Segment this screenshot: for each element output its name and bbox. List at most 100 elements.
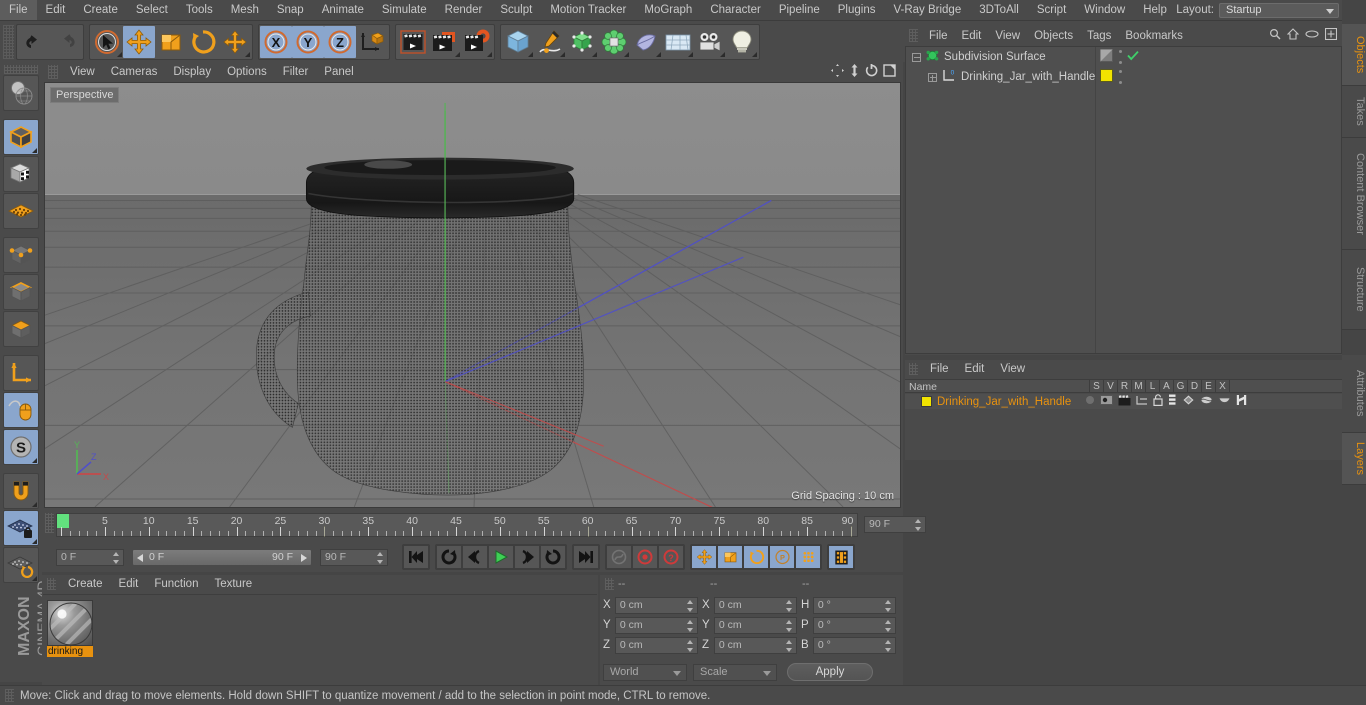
end-frame-field[interactable]: 90 F xyxy=(864,516,926,533)
previous-keyframe-button[interactable] xyxy=(436,545,462,569)
lock-icon[interactable] xyxy=(1153,394,1163,409)
home-icon[interactable] xyxy=(1286,28,1300,43)
spinner-icon[interactable] xyxy=(687,599,694,612)
menu-render[interactable]: Render xyxy=(436,0,492,20)
step-back-button[interactable] xyxy=(462,545,488,569)
material-menu-create[interactable]: Create xyxy=(60,578,111,590)
viewport-menu-grip[interactable] xyxy=(48,65,58,79)
spinner-icon[interactable] xyxy=(113,551,120,564)
material-tag-icon[interactable] xyxy=(1100,69,1113,85)
menu-window[interactable]: Window xyxy=(1075,0,1134,20)
range-left-arrow-icon[interactable] xyxy=(137,553,143,562)
timeline-button[interactable] xyxy=(828,545,854,569)
frame-range-slider[interactable]: 0 F 90 F xyxy=(132,548,312,566)
spinner-icon[interactable] xyxy=(786,599,793,612)
lock-y-axis[interactable]: Y xyxy=(292,25,324,58)
coordinate-system-select[interactable]: World xyxy=(603,663,687,681)
menu-help[interactable]: Help xyxy=(1134,0,1176,20)
visibility-dots-icon[interactable] xyxy=(1118,50,1122,64)
menu-mesh[interactable]: Mesh xyxy=(222,0,268,20)
live-selection-tool[interactable] xyxy=(91,25,123,58)
layer-menu-file[interactable]: File xyxy=(922,363,957,375)
position-x-field[interactable]: 0 cm xyxy=(614,596,698,614)
solo-dot-icon[interactable] xyxy=(1085,395,1095,408)
spinner-icon[interactable] xyxy=(885,639,892,652)
render-settings-button[interactable] xyxy=(461,25,493,58)
layer-menu-view[interactable]: View xyxy=(992,363,1033,375)
object-menu-file[interactable]: File xyxy=(922,30,955,42)
scale-tool[interactable] xyxy=(155,25,187,58)
render-icon[interactable] xyxy=(1118,394,1131,409)
add-scene-button[interactable] xyxy=(630,25,662,58)
layer-color-swatch[interactable] xyxy=(921,396,932,407)
manager-icon[interactable] xyxy=(1136,395,1148,409)
tab-takes[interactable]: Takes xyxy=(1342,86,1366,138)
material-preview[interactable] xyxy=(47,600,93,646)
plus-box-icon[interactable] xyxy=(1324,27,1338,43)
add-camera-button[interactable] xyxy=(694,25,726,58)
object-tag-area[interactable] xyxy=(1096,67,1156,87)
enable-axis-button[interactable] xyxy=(3,355,39,391)
position-y-field[interactable]: 0 cm xyxy=(614,616,698,634)
autokey-toggle[interactable] xyxy=(606,545,632,569)
object-tree[interactable]: Subdivision Surface 0 Drinking_Jar_with_… xyxy=(905,46,1342,354)
display-tag-icon[interactable] xyxy=(1100,49,1113,65)
tab-layers[interactable]: Layers xyxy=(1342,433,1366,485)
coordinates-grip[interactable] xyxy=(605,578,614,590)
world-object-coordinates[interactable] xyxy=(356,25,388,58)
expression-icon[interactable] xyxy=(1218,395,1231,408)
object-manager-grip[interactable] xyxy=(909,29,918,42)
position-z-field[interactable]: 0 cm xyxy=(614,636,698,654)
key-scale-button[interactable] xyxy=(717,545,743,569)
size-x-field[interactable]: 0 cm xyxy=(713,596,797,614)
coordinate-mode-select[interactable]: Scale xyxy=(693,663,777,681)
menu-3dtoall[interactable]: 3DToAll xyxy=(970,0,1028,20)
menu-create[interactable]: Create xyxy=(74,0,127,20)
viewport-menu-display[interactable]: Display xyxy=(165,62,219,82)
play-button[interactable] xyxy=(488,545,514,569)
snap-enable-button[interactable]: S xyxy=(3,429,39,465)
go-to-start-button[interactable] xyxy=(403,545,429,569)
menu-vray-bridge[interactable]: V-Ray Bridge xyxy=(884,0,970,20)
rotation-p-field[interactable]: 0 ° xyxy=(812,616,896,634)
move-tool[interactable] xyxy=(123,25,155,58)
search-icon[interactable] xyxy=(1269,28,1281,43)
viewport-menu-panel[interactable]: Panel xyxy=(316,62,361,82)
collapse-icon[interactable] xyxy=(912,52,921,62)
lock-z-axis[interactable]: Z xyxy=(324,25,356,58)
object-menu-bookmarks[interactable]: Bookmarks xyxy=(1118,30,1190,42)
spinner-icon[interactable] xyxy=(885,599,892,612)
material-menu-grip[interactable] xyxy=(47,578,56,590)
object-row-subdivision-surface[interactable]: Subdivision Surface xyxy=(906,47,1341,67)
key-parameter-button[interactable]: P xyxy=(769,545,795,569)
menu-simulate[interactable]: Simulate xyxy=(373,0,436,20)
spinner-icon[interactable] xyxy=(786,639,793,652)
tab-structure[interactable]: Structure xyxy=(1342,250,1366,330)
rotation-b-field[interactable]: 0 ° xyxy=(812,636,896,654)
redo-button[interactable] xyxy=(50,25,82,58)
object-menu-edit[interactable]: Edit xyxy=(955,30,989,42)
menu-character[interactable]: Character xyxy=(701,0,770,20)
pan-icon[interactable] xyxy=(831,64,844,80)
spinner-icon[interactable] xyxy=(687,639,694,652)
object-menu-tags[interactable]: Tags xyxy=(1080,30,1118,42)
material-list[interactable]: drinking xyxy=(43,594,597,684)
menu-sculpt[interactable]: Sculpt xyxy=(491,0,541,20)
viewport-menu-options[interactable]: Options xyxy=(219,62,275,82)
menu-script[interactable]: Script xyxy=(1028,0,1075,20)
drinking-jar-model[interactable] xyxy=(45,83,900,507)
layout-select[interactable]: Startup xyxy=(1219,2,1339,18)
max-frame-field[interactable]: 90 F xyxy=(320,548,388,566)
tab-attributes[interactable]: Attributes xyxy=(1342,355,1366,433)
xpresso-icon[interactable] xyxy=(1236,394,1247,409)
menu-plugins[interactable]: Plugins xyxy=(829,0,885,20)
render-view-button[interactable] xyxy=(397,25,429,58)
rotate-icon[interactable] xyxy=(865,64,878,80)
material-menu-texture[interactable]: Texture xyxy=(206,578,260,590)
add-generator-button[interactable] xyxy=(566,25,598,58)
menu-animate[interactable]: Animate xyxy=(313,0,373,20)
make-editable-button[interactable] xyxy=(3,75,39,111)
next-keyframe-button[interactable] xyxy=(540,545,566,569)
viewport-menu-filter[interactable]: Filter xyxy=(275,62,317,82)
edges-mode-button[interactable] xyxy=(3,274,39,310)
